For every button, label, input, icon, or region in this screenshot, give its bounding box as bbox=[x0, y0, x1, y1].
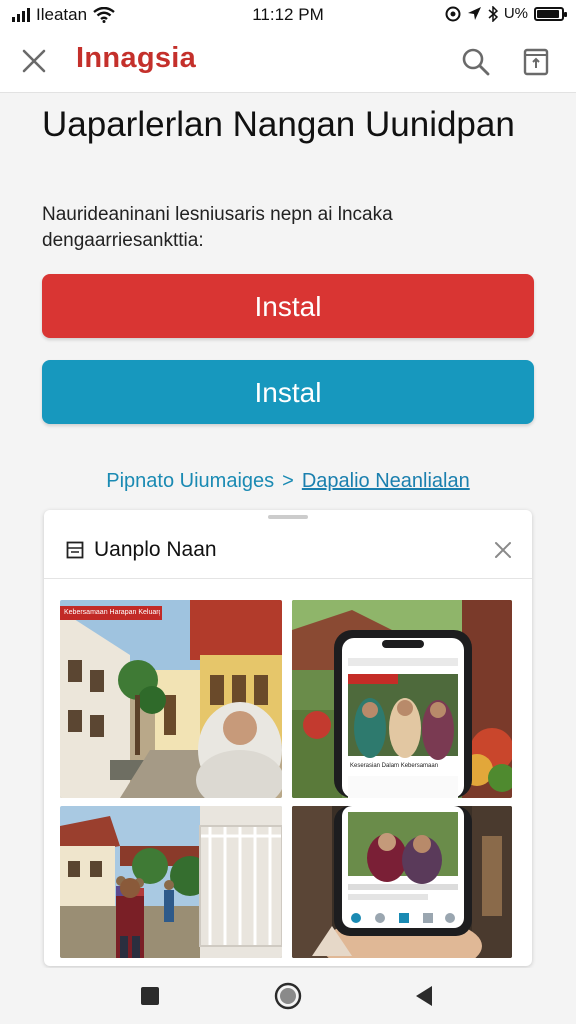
breadcrumb-separator: > bbox=[282, 470, 294, 492]
home-icon[interactable] bbox=[272, 980, 304, 1012]
close-icon[interactable] bbox=[18, 45, 50, 77]
share-icon[interactable] bbox=[518, 44, 554, 80]
card-header: Uanplo Naan bbox=[44, 524, 532, 579]
photo-banner-text: Kebersamaan Harapan Keluarga bbox=[64, 609, 160, 616]
location-icon bbox=[467, 7, 481, 20]
preview-card: Uanplo Naan Kebersamaan Harapan Keluarga… bbox=[44, 510, 532, 966]
back-icon[interactable] bbox=[408, 980, 440, 1012]
app-header: Innagsia bbox=[0, 30, 576, 93]
battery-icon bbox=[534, 6, 567, 21]
bluetooth-icon bbox=[488, 5, 498, 22]
photo-building-woman[interactable]: Kebersamaan Harapan Keluarga bbox=[60, 600, 282, 798]
status-right: U% bbox=[445, 5, 567, 22]
system-nav-bar bbox=[0, 968, 576, 1024]
photo-courtyard-people[interactable] bbox=[60, 806, 282, 958]
photo-hand-phone[interactable] bbox=[292, 806, 512, 958]
description-text: Naurideaninani lesniusaris nepn ai lncak… bbox=[42, 204, 393, 251]
breadcrumb-link-first[interactable]: Pipnato Uiumaiges bbox=[106, 470, 274, 492]
breadcrumb: Pipnato Uiumaiges > Dapalio Neanlialan bbox=[0, 470, 576, 493]
battery-text: U% bbox=[503, 5, 528, 22]
recent-apps-icon[interactable] bbox=[134, 980, 166, 1012]
search-icon[interactable] bbox=[458, 44, 494, 80]
photo-phone-app[interactable]: Keserasian Dalam Kebersamaan bbox=[292, 600, 512, 798]
phone-caption: Keserasian Dalam Kebersamaan bbox=[350, 763, 439, 769]
card-title: Uanplo Naan bbox=[94, 538, 217, 561]
page-title: Innagsia bbox=[76, 42, 197, 74]
status-bar: Ileatan 11:12 PM U% bbox=[0, 0, 576, 30]
at-icon bbox=[445, 6, 461, 21]
install-button-secondary[interactable]: Instal bbox=[42, 360, 534, 424]
close-icon[interactable] bbox=[492, 539, 514, 561]
headline: Uaparlerlan Nangan Uunidpan bbox=[42, 105, 515, 144]
install-button-primary[interactable]: Instal bbox=[42, 274, 534, 338]
breadcrumb-link-second[interactable]: Dapalio Neanlialan bbox=[302, 470, 470, 492]
document-icon bbox=[66, 541, 84, 559]
drag-handle[interactable] bbox=[268, 515, 308, 519]
photo-gallery: Kebersamaan Harapan Keluarga Keserasian … bbox=[60, 600, 516, 958]
